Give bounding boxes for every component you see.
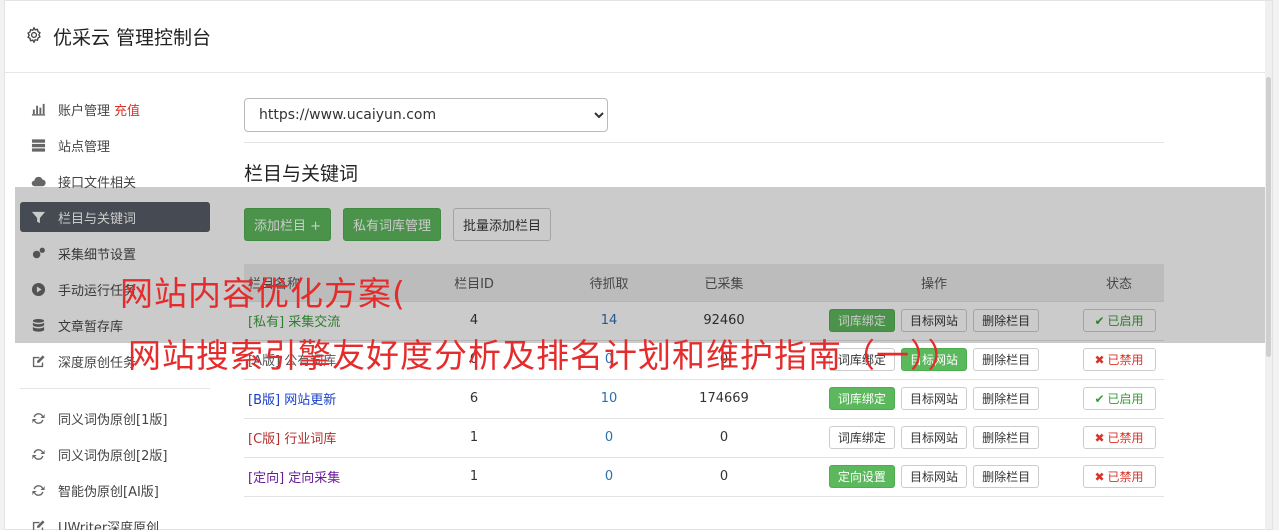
status-cell: ✔ 已启用 [1074, 378, 1164, 418]
target-site-button[interactable]: 目标网站 [900, 465, 967, 488]
refresh-icon [30, 446, 46, 462]
delete-column-button[interactable]: 删除栏目 [973, 348, 1040, 371]
server-icon [30, 137, 46, 153]
column-tag: [C版] [248, 432, 281, 447]
target-site-button[interactable]: 目标网站 [900, 387, 967, 410]
pending-count-cell[interactable]: 10 [564, 378, 654, 418]
delete-column-button[interactable]: 删除栏目 [973, 387, 1040, 410]
bind-lib-button[interactable]: 词库绑定 [828, 426, 895, 449]
sidebar-item-label: UWriter深度原创 [58, 520, 160, 530]
status-toggle[interactable]: ✖ 已禁用 [1082, 426, 1156, 449]
sidebar-item-label: 账户管理 [58, 103, 111, 119]
sidebar-item-label: 站点管理 [58, 139, 111, 155]
status-cell: ✖ 已禁用 [1074, 456, 1164, 497]
column-tag: [定向] [248, 471, 285, 486]
scrollbar-thumb[interactable] [1266, 77, 1271, 357]
watermark-overlay-band [15, 187, 1265, 343]
site-select[interactable]: https://www.ucaiyun.com [244, 98, 608, 132]
status-label: 已禁用 [1107, 353, 1144, 367]
x-icon: ✖ [1094, 469, 1105, 484]
x-icon: ✖ [1094, 430, 1105, 445]
column-id-cell: 1 [384, 417, 564, 457]
column-name-cell[interactable]: [B版] 网站更新 [244, 378, 384, 418]
column-tag: [B版] [248, 393, 281, 408]
x-icon: ✖ [1094, 352, 1105, 367]
pending-count-cell[interactable]: 0 [564, 456, 654, 497]
page-title: 优采云 管理控制台 [53, 27, 212, 49]
column-id-cell: 6 [384, 378, 564, 418]
column-name-cell[interactable]: [定向] 定向采集 [244, 456, 384, 497]
overlay-headline-line1: 网站内容优化方案( [120, 274, 406, 313]
section-title: 栏目与关键词 [244, 163, 359, 185]
status-label: 已禁用 [1107, 470, 1144, 484]
actions-cell: 词库绑定 目标网站 删除栏目 [794, 378, 1074, 418]
overlay-headline-line2: 网站搜索引擎友好度分析及排名计划和维护指南（一）） [128, 336, 962, 375]
recharge-link[interactable]: 充值 [114, 100, 140, 119]
status-toggle[interactable]: ✔ 已启用 [1082, 387, 1156, 410]
delete-column-button[interactable]: 删除栏目 [973, 465, 1040, 488]
sidebar-item-label: 同义词伪原创[1版] [58, 412, 168, 428]
sidebar-item-account[interactable]: 账户管理 充值 [20, 94, 210, 124]
sidebar-item-label: 同义词伪原创[2版] [58, 448, 168, 464]
table-row: [B版] 网站更新 6 10 174669 词库绑定 目标网站 删除栏目 ✔ 已启… [244, 378, 1164, 418]
status-label: 已禁用 [1107, 431, 1144, 445]
table-row: [C版] 行业词库 1 0 0 词库绑定 目标网站 删除栏目 ✖ 已禁用 [244, 417, 1164, 457]
status-toggle[interactable]: ✖ 已禁用 [1082, 348, 1156, 371]
bar-chart-icon [30, 101, 46, 117]
column-name: 定向采集 [288, 471, 341, 486]
column-id-cell: 1 [384, 456, 564, 497]
refresh-icon [30, 482, 46, 498]
page-header: 优采云 管理控制台 [5, 1, 1272, 73]
collected-count-cell: 0 [654, 456, 794, 497]
gear-icon [25, 25, 53, 48]
sidebar-item-label: 深度原创任务 [58, 355, 137, 371]
status-toggle[interactable]: ✖ 已禁用 [1082, 465, 1156, 488]
sidebar-item-sites[interactable]: 站点管理 [20, 130, 210, 160]
divider [244, 142, 1164, 143]
actions-cell: 词库绑定 目标网站 删除栏目 [794, 417, 1074, 457]
refresh-icon [30, 410, 46, 426]
sidebar-divider [20, 388, 210, 389]
edit-icon [30, 518, 46, 530]
sidebar-item-ai-rewrite[interactable]: 智能伪原创[AI版] [20, 475, 210, 505]
directed-settings-button[interactable]: 定向设置 [828, 465, 895, 488]
status-label: 已启用 [1107, 392, 1144, 406]
status-cell: ✖ 已禁用 [1074, 339, 1164, 379]
bind-lib-button[interactable]: 词库绑定 [828, 387, 895, 410]
check-icon: ✔ [1094, 391, 1105, 406]
collected-count-cell: 174669 [654, 378, 794, 418]
actions-cell: 定向设置 目标网站 删除栏目 [794, 456, 1074, 497]
collected-count-cell: 0 [654, 417, 794, 457]
sidebar-item-label: 智能伪原创[AI版] [58, 484, 159, 500]
column-name: 网站更新 [284, 393, 337, 408]
delete-column-button[interactable]: 删除栏目 [973, 426, 1040, 449]
target-site-button[interactable]: 目标网站 [900, 426, 967, 449]
sidebar-item-synonym-v2[interactable]: 同义词伪原创[2版] [20, 439, 210, 469]
pending-count-cell[interactable]: 0 [564, 417, 654, 457]
sidebar-item-synonym-v1[interactable]: 同义词伪原创[1版] [20, 403, 210, 433]
scrollbar[interactable] [1265, 1, 1272, 529]
table-row: [定向] 定向采集 1 0 0 定向设置 目标网站 删除栏目 ✖ 已禁用 [244, 456, 1164, 497]
status-cell: ✖ 已禁用 [1074, 417, 1164, 457]
column-name: 行业词库 [284, 432, 337, 447]
sidebar-item-uwriter[interactable]: UWriter深度原创 [20, 511, 210, 530]
edit-icon [30, 353, 46, 369]
column-name-cell[interactable]: [C版] 行业词库 [244, 417, 384, 457]
